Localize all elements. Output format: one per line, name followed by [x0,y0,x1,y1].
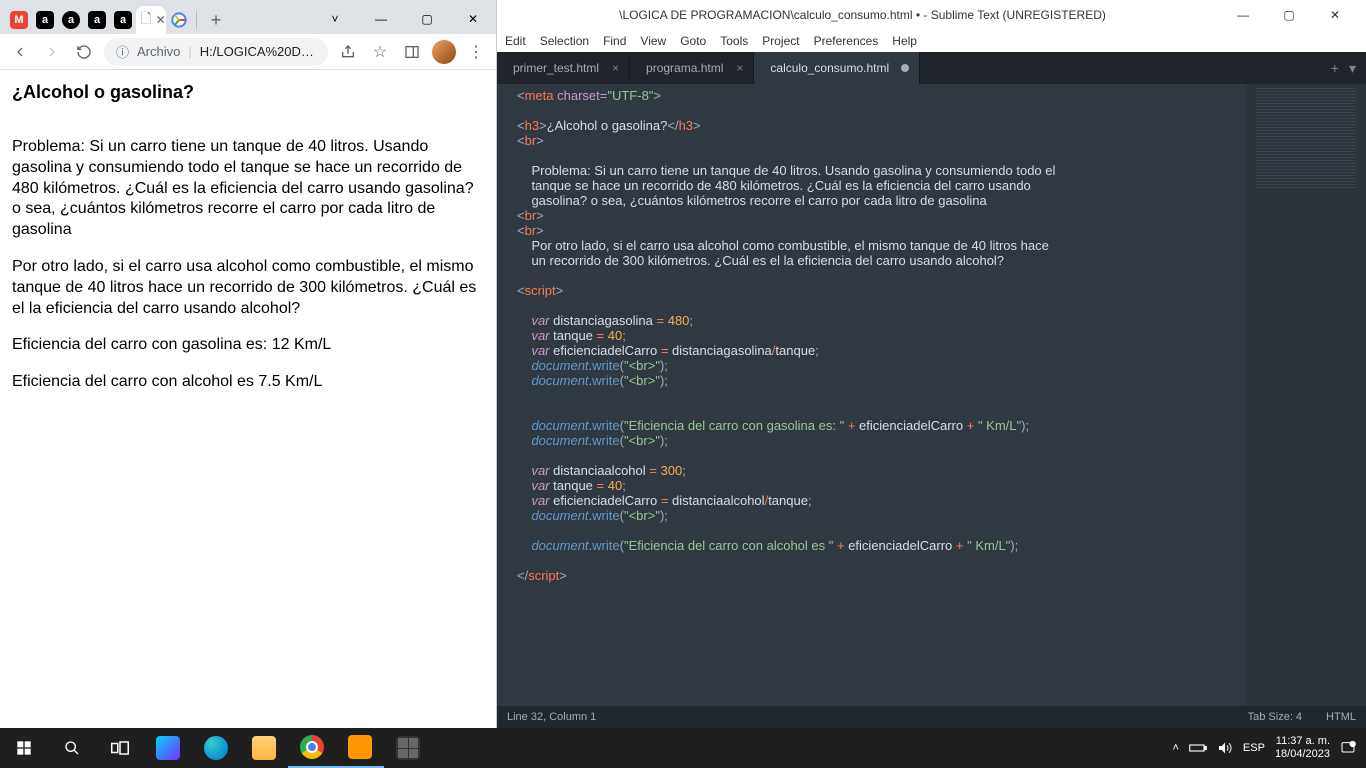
tab-a2[interactable]: a [62,11,80,29]
sidepanel-icon[interactable] [400,40,424,64]
taskbar-app-1[interactable] [144,728,192,768]
sublime-titlebar: \LOGICA DE PROGRAMACION\calculo_consumo.… [497,0,1366,30]
url-text: H:/LOGICA%20D… [200,44,314,59]
taskbar-calculator[interactable] [384,728,432,768]
chrome-window: M a a a a 🗋 ✕ + ˅ — ▢ ✕ [0,0,497,728]
menu-goto[interactable]: Goto [680,34,706,48]
start-button[interactable] [0,728,48,768]
status-cursor-position[interactable]: Line 32, Column 1 [507,711,596,723]
page-output-2: Eficiencia del carro con alcohol es 7.5 … [12,372,484,393]
sublime-statusbar: Line 32, Column 1 Tab Size: 4 HTML [497,706,1366,728]
file-tab-calculo-consumo[interactable]: calculo_consumo.html [754,52,920,84]
code-editor[interactable]: <meta charset="UTF-8"> <h3>¿Alcohol o ga… [497,84,1366,706]
chrome-titlebar: M a a a a 🗋 ✕ + ˅ — ▢ ✕ [0,0,496,34]
share-icon[interactable] [336,40,360,64]
page-title: ¿Alcohol o gasolina? [12,82,484,103]
minimap[interactable] [1246,84,1366,706]
tray-chevron-icon[interactable]: ˄ [1172,742,1178,754]
menu-tools[interactable]: Tools [720,34,748,48]
taskbar-chrome[interactable] [288,728,336,768]
tab-a1[interactable]: a [36,11,54,29]
taskbar-explorer[interactable] [240,728,288,768]
close-icon[interactable]: × [612,61,619,75]
sublime-title: \LOGICA DE PROGRAMACION\calculo_consumo.… [505,8,1220,22]
menu-selection[interactable]: Selection [540,34,589,48]
tray-battery-icon[interactable] [1189,742,1207,754]
tray-volume-icon[interactable] [1217,741,1233,755]
menu-project[interactable]: Project [762,34,799,48]
tab-active-document[interactable]: 🗋 ✕ [136,6,166,34]
chrome-window-controls: ˅ — ▢ ✕ [312,4,496,34]
url-prefix: Archivo [137,44,180,59]
page-paragraph-2: Por otro lado, si el carro usa alcohol c… [12,257,484,319]
sublime-window: \LOGICA DE PROGRAMACION\calculo_consumo.… [497,0,1366,728]
dirty-indicator-icon [901,64,909,72]
address-bar[interactable]: ⓘ Archivo | H:/LOGICA%20D… [104,38,328,66]
sublime-minimize-button[interactable]: — [1220,0,1266,30]
file-tab-primer-test[interactable]: primer_test.html× [497,52,630,84]
menu-help[interactable]: Help [892,34,917,48]
taskbar-edge[interactable] [192,728,240,768]
status-language[interactable]: HTML [1326,711,1356,723]
new-tab-button[interactable]: + [201,6,231,34]
chrome-menu-button[interactable]: ⋮ [464,40,488,64]
chrome-dropdown-button[interactable]: ˅ [312,4,358,34]
info-icon: ⓘ [116,42,129,61]
chrome-maximize-button[interactable]: ▢ [404,4,450,34]
close-icon[interactable]: × [736,61,743,75]
page-paragraph-1: Problema: Si un carro tiene un tanque de… [12,137,484,241]
forward-button[interactable] [40,40,64,64]
task-view-button[interactable] [96,728,144,768]
chrome-tabstrip: M a a a a 🗋 ✕ + [0,0,312,34]
chrome-close-button[interactable]: ✕ [450,4,496,34]
tab-gmail[interactable]: M [10,11,28,29]
tray-language[interactable]: ESP [1243,742,1265,754]
tab-a3[interactable]: a [88,11,106,29]
page-content: ¿Alcohol o gasolina? Problema: Si un car… [0,70,496,728]
sublime-close-button[interactable]: ✕ [1312,0,1358,30]
tab-a4[interactable]: a [114,11,132,29]
chrome-toolbar: ⓘ Archivo | H:/LOGICA%20D… ☆ ⋮ [0,34,496,70]
status-tab-size[interactable]: Tab Size: 4 [1248,711,1302,723]
search-button[interactable] [48,728,96,768]
chrome-minimize-button[interactable]: — [358,4,404,34]
sublime-menubar: Edit Selection Find View Goto Tools Proj… [497,30,1366,52]
tab-google[interactable] [170,11,188,29]
file-tab-programa[interactable]: programa.html× [630,52,754,84]
sublime-maximize-button[interactable]: ▢ [1266,0,1312,30]
reload-button[interactable] [72,40,96,64]
windows-taskbar: ˄ ESP 11:37 a. m. 18/04/2023 1 [0,728,1366,768]
back-button[interactable] [8,40,32,64]
menu-find[interactable]: Find [603,34,626,48]
menu-preferences[interactable]: Preferences [814,34,879,48]
profile-avatar[interactable] [432,40,456,64]
sublime-window-controls: — ▢ ✕ [1220,0,1358,30]
tab-dropdown-button[interactable]: ▾ [1349,60,1356,77]
new-file-button[interactable]: + [1331,60,1339,76]
tray-clock[interactable]: 11:37 a. m. 18/04/2023 [1275,735,1330,761]
menu-edit[interactable]: Edit [505,34,526,48]
taskbar-sublime[interactable] [336,728,384,768]
page-output-1: Eficiencia del carro con gasolina es: 12… [12,335,484,356]
menu-view[interactable]: View [640,34,666,48]
bookmark-icon[interactable]: ☆ [368,40,392,64]
system-tray: ˄ ESP 11:37 a. m. 18/04/2023 1 [1172,735,1366,761]
tray-notifications-icon[interactable]: 1 [1340,740,1356,756]
sublime-tabs: primer_test.html× programa.html× calculo… [497,52,1366,84]
